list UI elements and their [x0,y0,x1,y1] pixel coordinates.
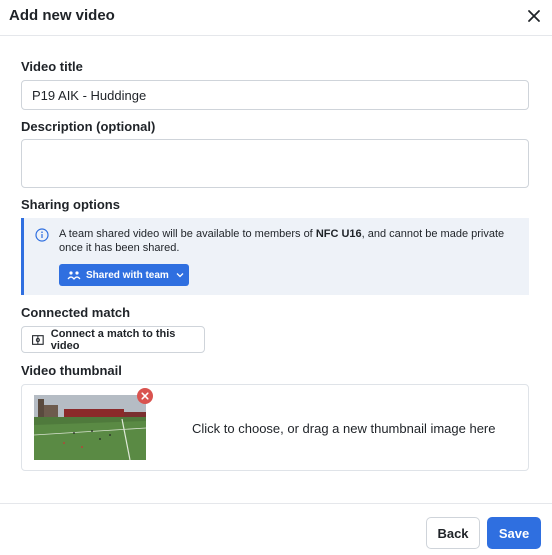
dialog-footer: Back Save [0,503,552,555]
close-icon[interactable] [524,6,544,26]
sharing-info-box: A team shared video will be available to… [21,218,529,295]
shared-with-team-dropdown[interactable]: Shared with team [59,264,189,286]
back-button[interactable]: Back [426,517,480,549]
description-textarea[interactable] [21,139,529,188]
video-title-label: Video title [21,59,83,74]
sharing-info-text: A team shared video will be available to… [59,227,519,255]
connected-match-label: Connected match [21,305,131,320]
shared-with-team-label: Shared with team [86,269,169,281]
remove-thumbnail-button[interactable] [137,388,153,404]
chevron-down-icon [176,273,184,278]
dialog-header: Add new video [0,0,552,36]
team-icon [67,271,81,280]
info-icon [35,228,49,242]
video-title-input[interactable] [21,80,529,110]
video-thumbnail-label: Video thumbnail [21,363,122,378]
connect-match-label: Connect a match to this video [50,327,176,352]
description-label: Description (optional) [21,119,156,134]
dialog-title: Add new video [9,7,115,24]
thumbnail-dropzone[interactable]: Click to choose, or drag a new thumbnail… [21,384,529,471]
connect-match-button[interactable]: Connect a match to this video [21,326,205,353]
thumbnail-hint: Click to choose, or drag a new thumbnail… [192,421,496,436]
team-name: NFC U16 [315,228,362,240]
remove-icon [141,392,149,400]
thumbnail-image [34,395,146,460]
match-icon [32,334,44,345]
sharing-info-prefix: A team shared video will be available to… [59,228,316,240]
save-button[interactable]: Save [487,517,541,549]
sharing-options-label: Sharing options [21,197,120,212]
